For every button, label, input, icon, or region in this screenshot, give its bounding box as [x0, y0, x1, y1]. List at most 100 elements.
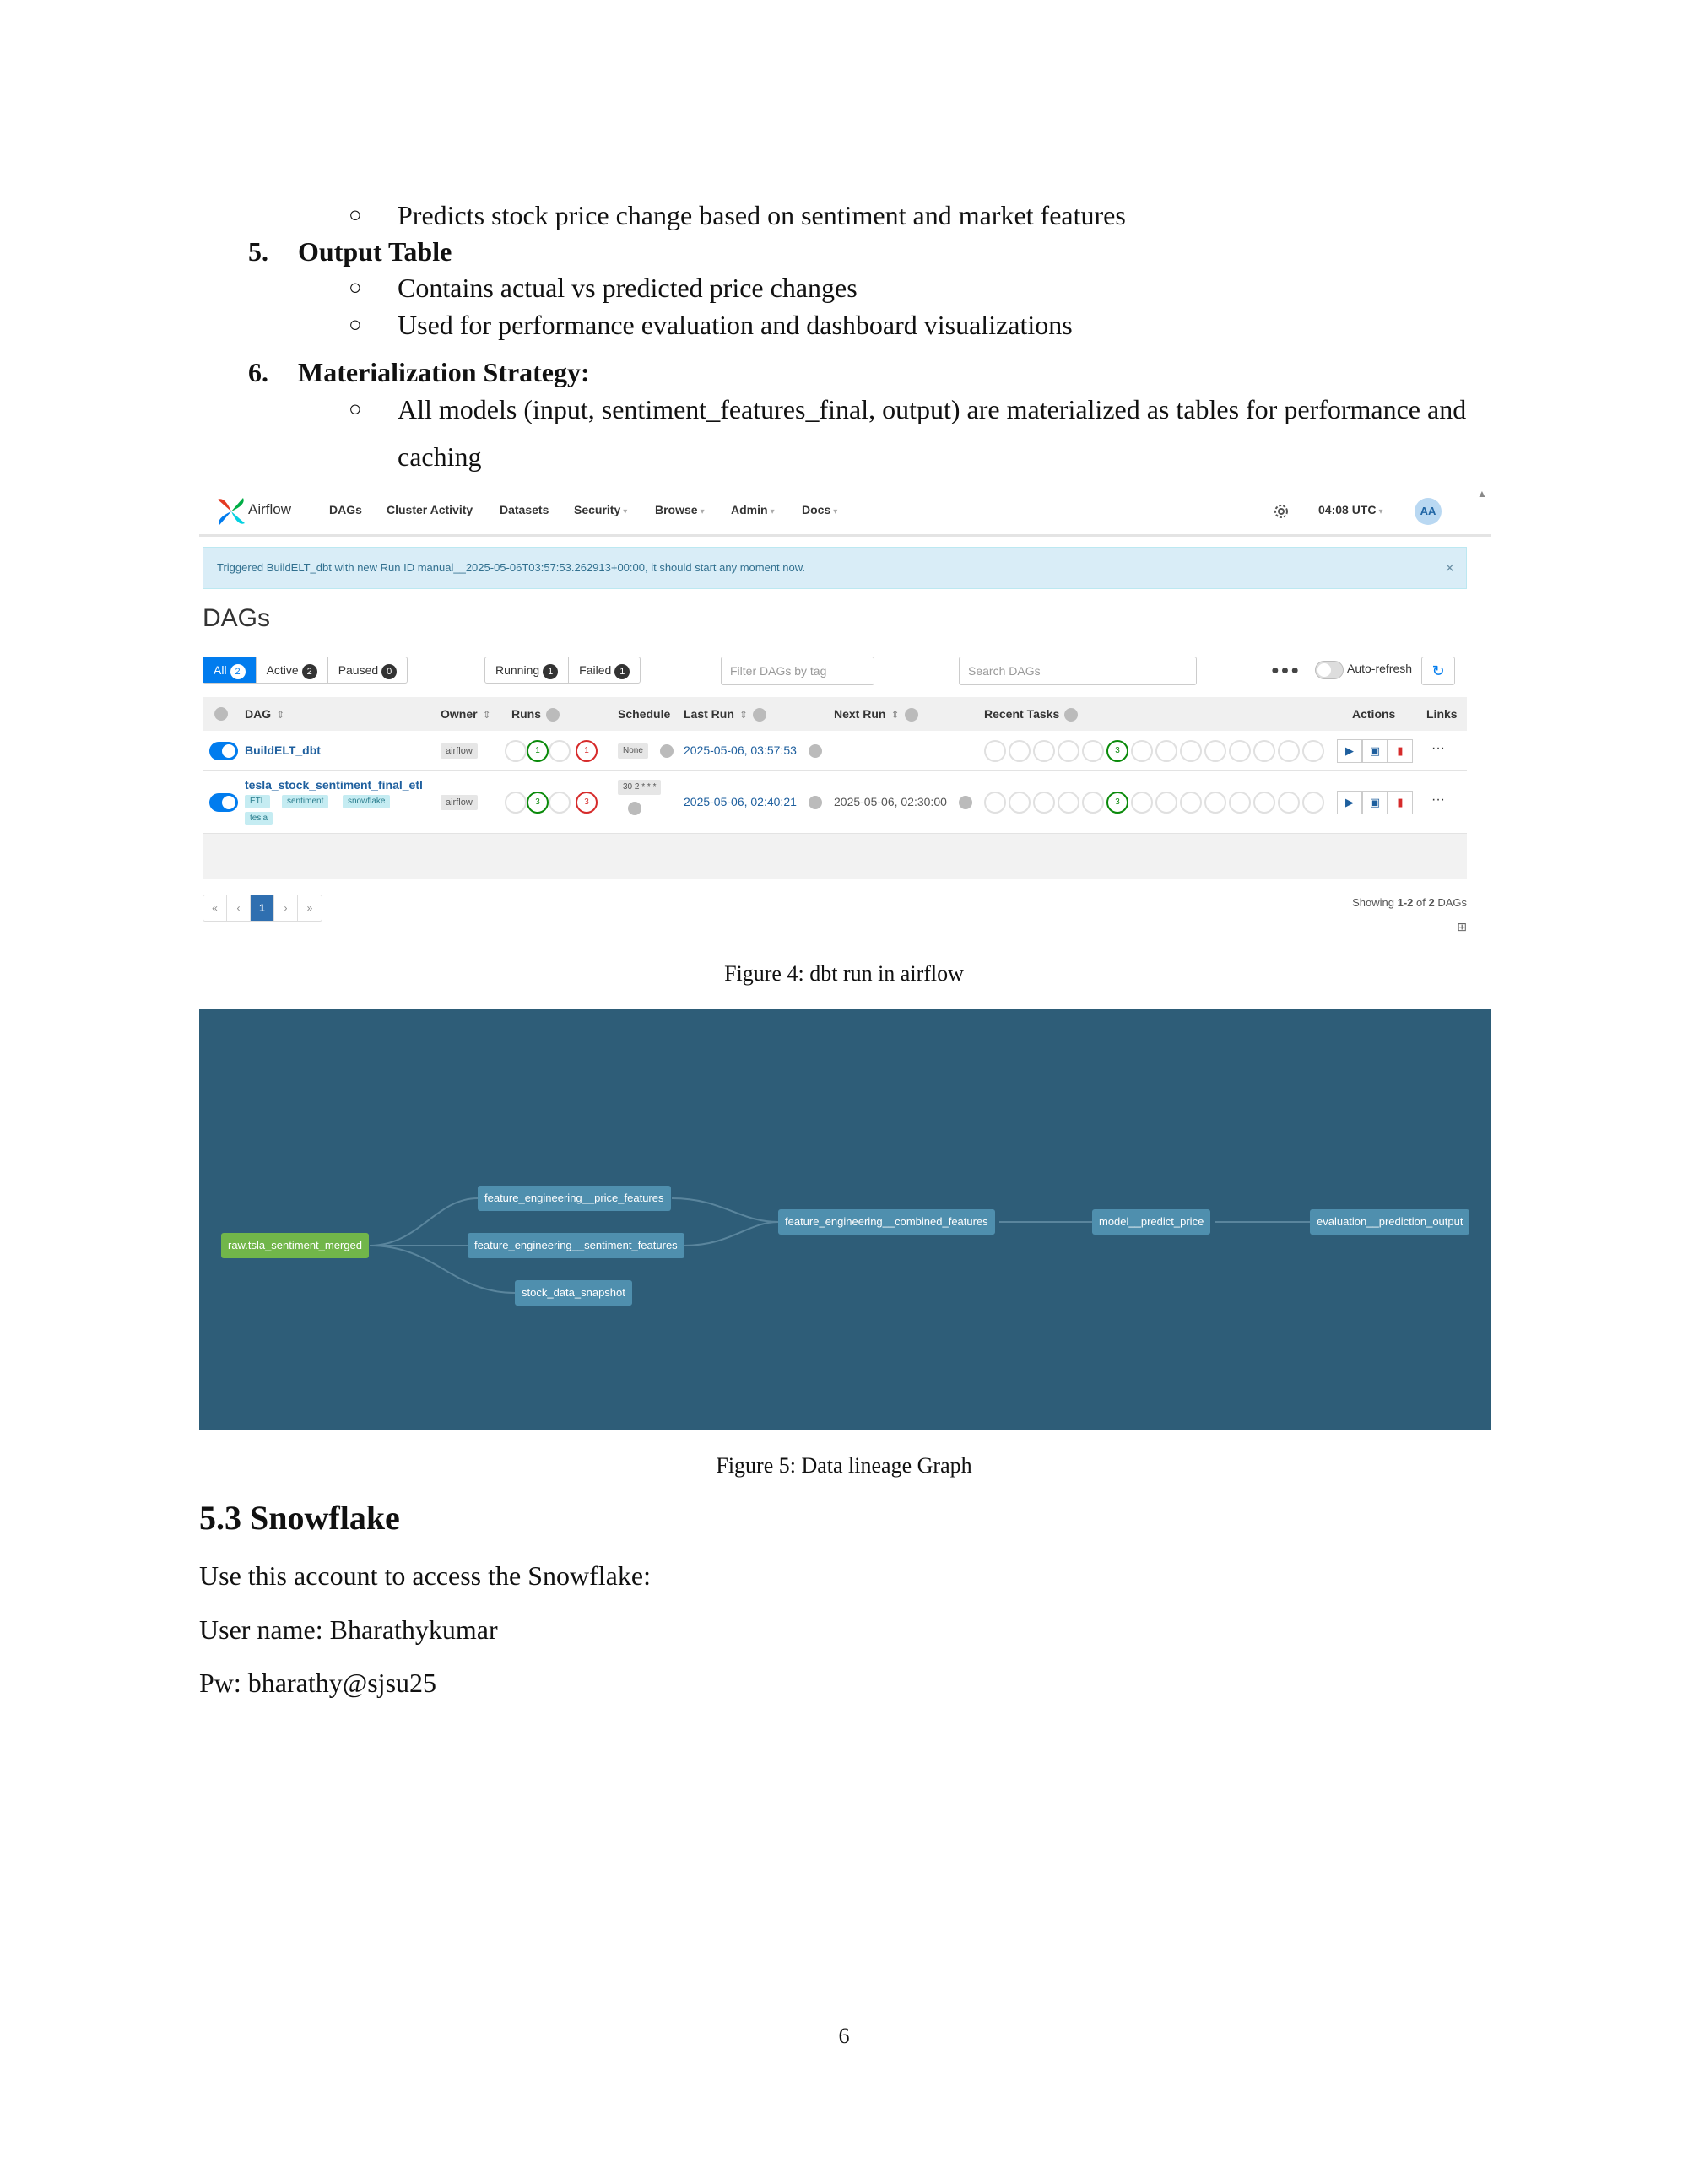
nav-datasets[interactable]: Datasets: [500, 503, 549, 516]
task-success-circle[interactable]: 3: [1106, 740, 1128, 762]
column-header-next-run[interactable]: Next Run ⇕: [834, 707, 918, 722]
run-state-circle[interactable]: [549, 792, 571, 814]
task-state-circle[interactable]: [1253, 792, 1275, 814]
run-success-circle[interactable]: 1: [527, 740, 549, 762]
dag-tag[interactable]: sentiment: [282, 795, 329, 808]
column-header-last-run[interactable]: Last Run ⇕: [684, 707, 766, 722]
task-state-circle[interactable]: [1155, 792, 1177, 814]
page-prev-button[interactable]: ‹: [227, 895, 251, 921]
lineage-node-price-features[interactable]: feature_engineering__price_features: [478, 1186, 671, 1211]
task-state-circle[interactable]: [1009, 740, 1031, 762]
delete-dag-button[interactable]: ▮: [1388, 739, 1413, 763]
run-state-circle[interactable]: [505, 740, 527, 762]
dag-pause-toggle[interactable]: [209, 742, 238, 760]
search-dags-input[interactable]: Search DAGs: [959, 657, 1197, 685]
run-state-circle[interactable]: [505, 792, 527, 814]
dag-tag[interactable]: tesla: [245, 812, 273, 825]
column-header-dag[interactable]: DAG ⇕: [245, 707, 284, 721]
task-state-circle[interactable]: [1302, 792, 1324, 814]
task-state-circle[interactable]: [1058, 792, 1079, 814]
task-success-circle[interactable]: 3: [1106, 792, 1128, 814]
nav-browse[interactable]: Browse ▾: [655, 503, 705, 516]
gear-icon[interactable]: [1271, 501, 1291, 522]
last-run-date[interactable]: 2025-05-06, 02:40:21: [684, 795, 797, 808]
page-first-button[interactable]: «: [203, 895, 227, 921]
page-current-button[interactable]: 1: [251, 895, 274, 921]
dag-tag[interactable]: ETL: [245, 795, 271, 808]
refresh-dag-button[interactable]: ▣: [1362, 791, 1388, 814]
filter-all-button[interactable]: All 2: [203, 657, 257, 683]
task-state-circle[interactable]: [1278, 792, 1300, 814]
nav-cluster-activity[interactable]: Cluster Activity: [387, 503, 473, 516]
close-icon[interactable]: ×: [1445, 548, 1454, 588]
task-state-circle[interactable]: [984, 792, 1006, 814]
filter-failed-button[interactable]: Failed 1: [569, 657, 640, 683]
lineage-node-combined-features[interactable]: feature_engineering__combined_features: [778, 1209, 995, 1235]
dag-pause-toggle[interactable]: [209, 793, 238, 812]
showing-range: 1-2: [1397, 896, 1414, 909]
task-state-circle[interactable]: [1180, 792, 1202, 814]
task-state-circle[interactable]: [1204, 740, 1226, 762]
sort-icon: ⇕: [276, 709, 285, 721]
task-state-circle[interactable]: [1058, 740, 1079, 762]
dag-id-link[interactable]: BuildELT_dbt: [245, 743, 321, 757]
filter-active-button[interactable]: Active 2: [257, 657, 328, 683]
task-state-circle[interactable]: [1278, 740, 1300, 762]
run-failed-circle[interactable]: 3: [576, 792, 598, 814]
dag-id-link[interactable]: tesla_stock_sentiment_final_etl: [245, 778, 423, 792]
utc-time[interactable]: 04:08 UTC ▾: [1318, 503, 1383, 516]
task-state-circle[interactable]: [1253, 740, 1275, 762]
column-header-owner[interactable]: Owner ⇕: [441, 707, 491, 721]
run-failed-circle[interactable]: 1: [576, 740, 598, 762]
last-run-date[interactable]: 2025-05-06, 03:57:53: [684, 743, 797, 757]
owner-badge[interactable]: airflow: [441, 743, 478, 759]
scroll-up-arrow-icon[interactable]: ▲: [1477, 488, 1487, 500]
task-state-circle[interactable]: [1229, 792, 1251, 814]
avatar[interactable]: AA: [1415, 498, 1442, 525]
task-state-circle[interactable]: [1033, 740, 1055, 762]
auto-refresh-toggle[interactable]: [1315, 661, 1344, 679]
refresh-button[interactable]: ↻: [1421, 657, 1455, 685]
lineage-node-stock-snapshot[interactable]: stock_data_snapshot: [515, 1280, 632, 1306]
task-state-circle[interactable]: [1180, 740, 1202, 762]
nav-dags[interactable]: DAGs: [329, 503, 362, 516]
lineage-node-sentiment-features[interactable]: feature_engineering__sentiment_features: [468, 1233, 684, 1258]
task-state-circle[interactable]: [1082, 740, 1104, 762]
page-next-button[interactable]: ›: [274, 895, 298, 921]
refresh-dag-button[interactable]: ▣: [1362, 739, 1388, 763]
page-last-button[interactable]: »: [298, 895, 322, 921]
task-state-circle[interactable]: [1302, 740, 1324, 762]
dag-tag[interactable]: snowflake: [343, 795, 391, 808]
tag-filter-input[interactable]: Filter DAGs by tag: [721, 657, 874, 685]
schedule-badge[interactable]: None: [618, 743, 648, 759]
task-state-circle[interactable]: [1131, 740, 1153, 762]
task-state-circle[interactable]: [1033, 792, 1055, 814]
more-links-icon[interactable]: ···: [1431, 741, 1445, 756]
owner-badge[interactable]: airflow: [441, 795, 478, 810]
trigger-dag-button[interactable]: ▶: [1337, 791, 1362, 814]
nav-admin[interactable]: Admin ▾: [731, 503, 775, 516]
task-state-circle[interactable]: [1204, 792, 1226, 814]
trigger-dag-button[interactable]: ▶: [1337, 739, 1362, 763]
schedule-badge[interactable]: 30 2 * * *: [618, 780, 662, 795]
task-state-circle[interactable]: [1131, 792, 1153, 814]
run-state-circle[interactable]: [549, 740, 571, 762]
lineage-node-source[interactable]: raw.tsla_sentiment_merged: [221, 1233, 369, 1258]
task-state-circle[interactable]: [1229, 740, 1251, 762]
task-state-circle[interactable]: [1155, 740, 1177, 762]
task-state-circle[interactable]: [1082, 792, 1104, 814]
filter-running-button[interactable]: Running 1: [485, 657, 570, 683]
lineage-node-evaluation[interactable]: evaluation__prediction_output: [1310, 1209, 1470, 1235]
task-state-circle[interactable]: [1009, 792, 1031, 814]
nav-security[interactable]: Security ▾: [574, 503, 627, 516]
delete-dag-button[interactable]: ▮: [1388, 791, 1413, 814]
paragraph-access: Use this account to access the Snowflake…: [199, 1560, 651, 1591]
run-success-circle[interactable]: 3: [527, 792, 549, 814]
nav-docs[interactable]: Docs ▾: [802, 503, 837, 516]
lineage-node-predict-price[interactable]: model__predict_price: [1092, 1209, 1211, 1235]
task-state-circle[interactable]: [984, 740, 1006, 762]
grid-icon[interactable]: ⊞: [1457, 920, 1467, 934]
next-run-date[interactable]: 2025-05-06, 02:30:00: [834, 795, 947, 808]
more-links-icon[interactable]: ···: [1431, 792, 1445, 808]
filter-paused-button[interactable]: Paused 0: [328, 657, 407, 683]
